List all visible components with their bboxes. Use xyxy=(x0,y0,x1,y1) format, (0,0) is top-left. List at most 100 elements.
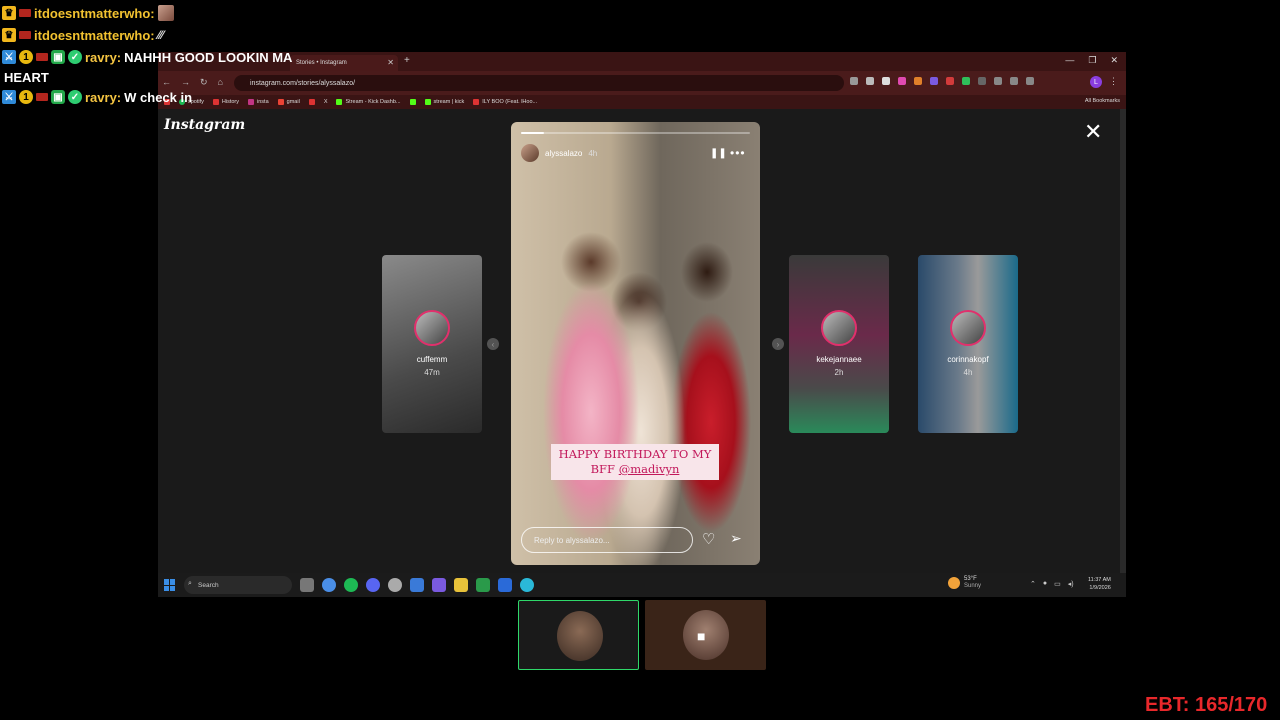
obs-icon[interactable] xyxy=(388,578,402,592)
caption-text: BFF xyxy=(590,462,619,476)
sun-icon xyxy=(948,577,960,589)
bookmark-item[interactable] xyxy=(308,99,315,105)
thumbnail-username: cuffemm xyxy=(416,355,448,364)
crown-badge-icon: ♛ xyxy=(2,28,16,42)
main-story[interactable]: alyssalazo 4h ❚❚ ••• HAPPY BIRTHDAY TO M… xyxy=(511,122,760,565)
tab-bar: Stories • Instagram ✕ + — ❐ ✕ xyxy=(158,52,1126,71)
instagram-logo[interactable]: Instagram xyxy=(164,117,245,133)
sidepanel-icon[interactable] xyxy=(1010,77,1018,85)
bookmark-item[interactable] xyxy=(409,99,416,105)
story-username[interactable]: alyssalazo xyxy=(545,149,582,158)
edge-icon[interactable] xyxy=(520,578,534,592)
chat-text: NAHHH GOOD LOOKIN MA xyxy=(124,49,293,65)
taskbar-search[interactable]: ⌕ Search xyxy=(184,576,292,594)
all-bookmarks[interactable]: All Bookmarks xyxy=(1085,98,1120,104)
chrome-icon[interactable] xyxy=(322,578,336,592)
taskbar: ⌕ Search 53°F Sunny ⌃ ● ▭ ◂) 11:37 AM 1/… xyxy=(158,573,1126,597)
star-icon[interactable] xyxy=(882,77,890,85)
volume-icon[interactable]: ◂) xyxy=(1068,580,1074,588)
menu-dots-icon[interactable]: ⋮ xyxy=(1109,76,1118,87)
story-caption: HAPPY BIRTHDAY TO MY BFF @madivyn xyxy=(551,444,719,480)
close-tab-icon[interactable]: ✕ xyxy=(387,58,394,67)
url-field[interactable]: instagram.com/stories/alyssalazo/ xyxy=(234,75,844,91)
clock-time: 11:37 AM xyxy=(1088,577,1111,583)
avatar xyxy=(950,310,986,346)
settings-icon[interactable] xyxy=(410,578,424,592)
zoom-icon[interactable] xyxy=(866,77,874,85)
extension-icon[interactable] xyxy=(930,77,938,85)
chat-text: W check in xyxy=(124,89,193,105)
discord-icon[interactable] xyxy=(366,578,380,592)
chat-username: ravry: xyxy=(85,89,122,105)
prev-arrow-icon[interactable]: ‹ xyxy=(487,338,499,350)
mic-icon[interactable]: ● xyxy=(1043,580,1047,588)
steam-icon[interactable] xyxy=(498,578,512,592)
task-view-icon[interactable] xyxy=(300,578,314,592)
ebt-counter: EBT: 165/170 xyxy=(1145,694,1268,716)
app-icon[interactable] xyxy=(476,578,490,592)
reply-input[interactable]: Reply to alyssalazo... xyxy=(521,527,693,553)
send-icon[interactable]: ➢ xyxy=(730,530,742,547)
cast-icon[interactable] xyxy=(850,77,858,85)
spotify-icon[interactable] xyxy=(344,578,358,592)
extension-icon[interactable] xyxy=(962,77,970,85)
webcam-feed xyxy=(557,611,603,661)
avatar xyxy=(821,310,857,346)
tab-instagram-stories[interactable]: Stories • Instagram ✕ xyxy=(290,55,398,71)
bookmark-label: Stream - Kick Dashb... xyxy=(345,99,401,105)
scrollbar[interactable] xyxy=(1120,109,1126,573)
thumbnail-time: 2h xyxy=(834,368,844,377)
flag-badge-icon xyxy=(19,31,31,39)
chat-message: ⚔ 1 ▣ ✓ ravry: NAHHH GOOD LOOKIN MA xyxy=(2,46,302,68)
more-options-icon[interactable]: ••• xyxy=(730,146,746,160)
minimize-icon[interactable]: — xyxy=(1065,55,1074,66)
extension-icon[interactable] xyxy=(898,77,906,85)
bookmark-label: ILY BOO (Feat. lHoo... xyxy=(482,99,538,105)
new-tab-icon[interactable]: + xyxy=(404,55,410,66)
bookmark-item[interactable]: X xyxy=(324,99,328,105)
search-icon: ⌕ xyxy=(188,580,192,587)
chat-message-continuation: HEART xyxy=(2,68,302,86)
extension-icons xyxy=(850,77,1034,85)
thumbnail-username: kekejannaee xyxy=(816,355,862,364)
weather-desc: Sunny xyxy=(964,583,982,589)
bookmark-label: X xyxy=(323,99,328,105)
youtube-icon xyxy=(308,99,315,105)
extension-icon[interactable] xyxy=(978,77,986,85)
puzzle-icon[interactable] xyxy=(994,77,1002,85)
webcam-tile xyxy=(518,600,639,670)
bookmark-item[interactable]: ILY BOO (Feat. lHoo... xyxy=(473,99,537,105)
caption-mention[interactable]: @madivyn xyxy=(619,462,680,476)
sword-badge-icon: ⚔ xyxy=(2,50,16,64)
tray-chevron-icon[interactable]: ⌃ xyxy=(1030,580,1036,588)
story-thumbnail[interactable]: kekejannaee 2h xyxy=(789,255,889,433)
maximize-icon[interactable]: ❐ xyxy=(1088,55,1096,66)
pause-icon[interactable]: ❚❚ xyxy=(710,148,727,159)
downloads-icon[interactable] xyxy=(1026,77,1034,85)
extension-icon[interactable] xyxy=(914,77,922,85)
bookmarks-bar: spotify History insta gmail X Stream - K… xyxy=(158,95,1126,109)
heart-icon[interactable]: ♡ xyxy=(702,530,715,548)
story-thumbnail[interactable]: corinnakopf 4h xyxy=(918,255,1018,433)
crown-badge-icon: ♛ xyxy=(2,6,16,20)
extension-icon[interactable] xyxy=(946,77,954,85)
emote-icon xyxy=(157,5,174,21)
next-arrow-icon[interactable]: › xyxy=(772,338,784,350)
story-progress-bar xyxy=(521,132,750,134)
close-icon[interactable]: ✕ xyxy=(1084,121,1102,143)
story-thumbnail[interactable]: cuffemm 47m xyxy=(382,255,482,433)
close-window-icon[interactable]: ✕ xyxy=(1110,55,1118,66)
bookmark-item[interactable]: Stream - Kick Dashb... xyxy=(336,99,401,105)
bookmark-item[interactable]: stream | kick xyxy=(424,99,464,105)
caption-line: HAPPY BIRTHDAY TO MY xyxy=(558,447,712,461)
story-header: alyssalazo 4h xyxy=(521,144,597,162)
gift-badge-icon: ▣ xyxy=(51,90,65,104)
avatar[interactable] xyxy=(521,144,539,162)
windows-start-icon[interactable] xyxy=(164,579,176,591)
file-explorer-icon[interactable] xyxy=(454,578,468,592)
weather-widget[interactable]: 53°F Sunny xyxy=(948,576,981,590)
network-icon[interactable]: ▭ xyxy=(1054,580,1061,588)
app-icon[interactable] xyxy=(432,578,446,592)
clock[interactable]: 11:37 AM 1/9/2026 xyxy=(1088,576,1111,592)
profile-avatar[interactable]: L xyxy=(1090,76,1102,88)
